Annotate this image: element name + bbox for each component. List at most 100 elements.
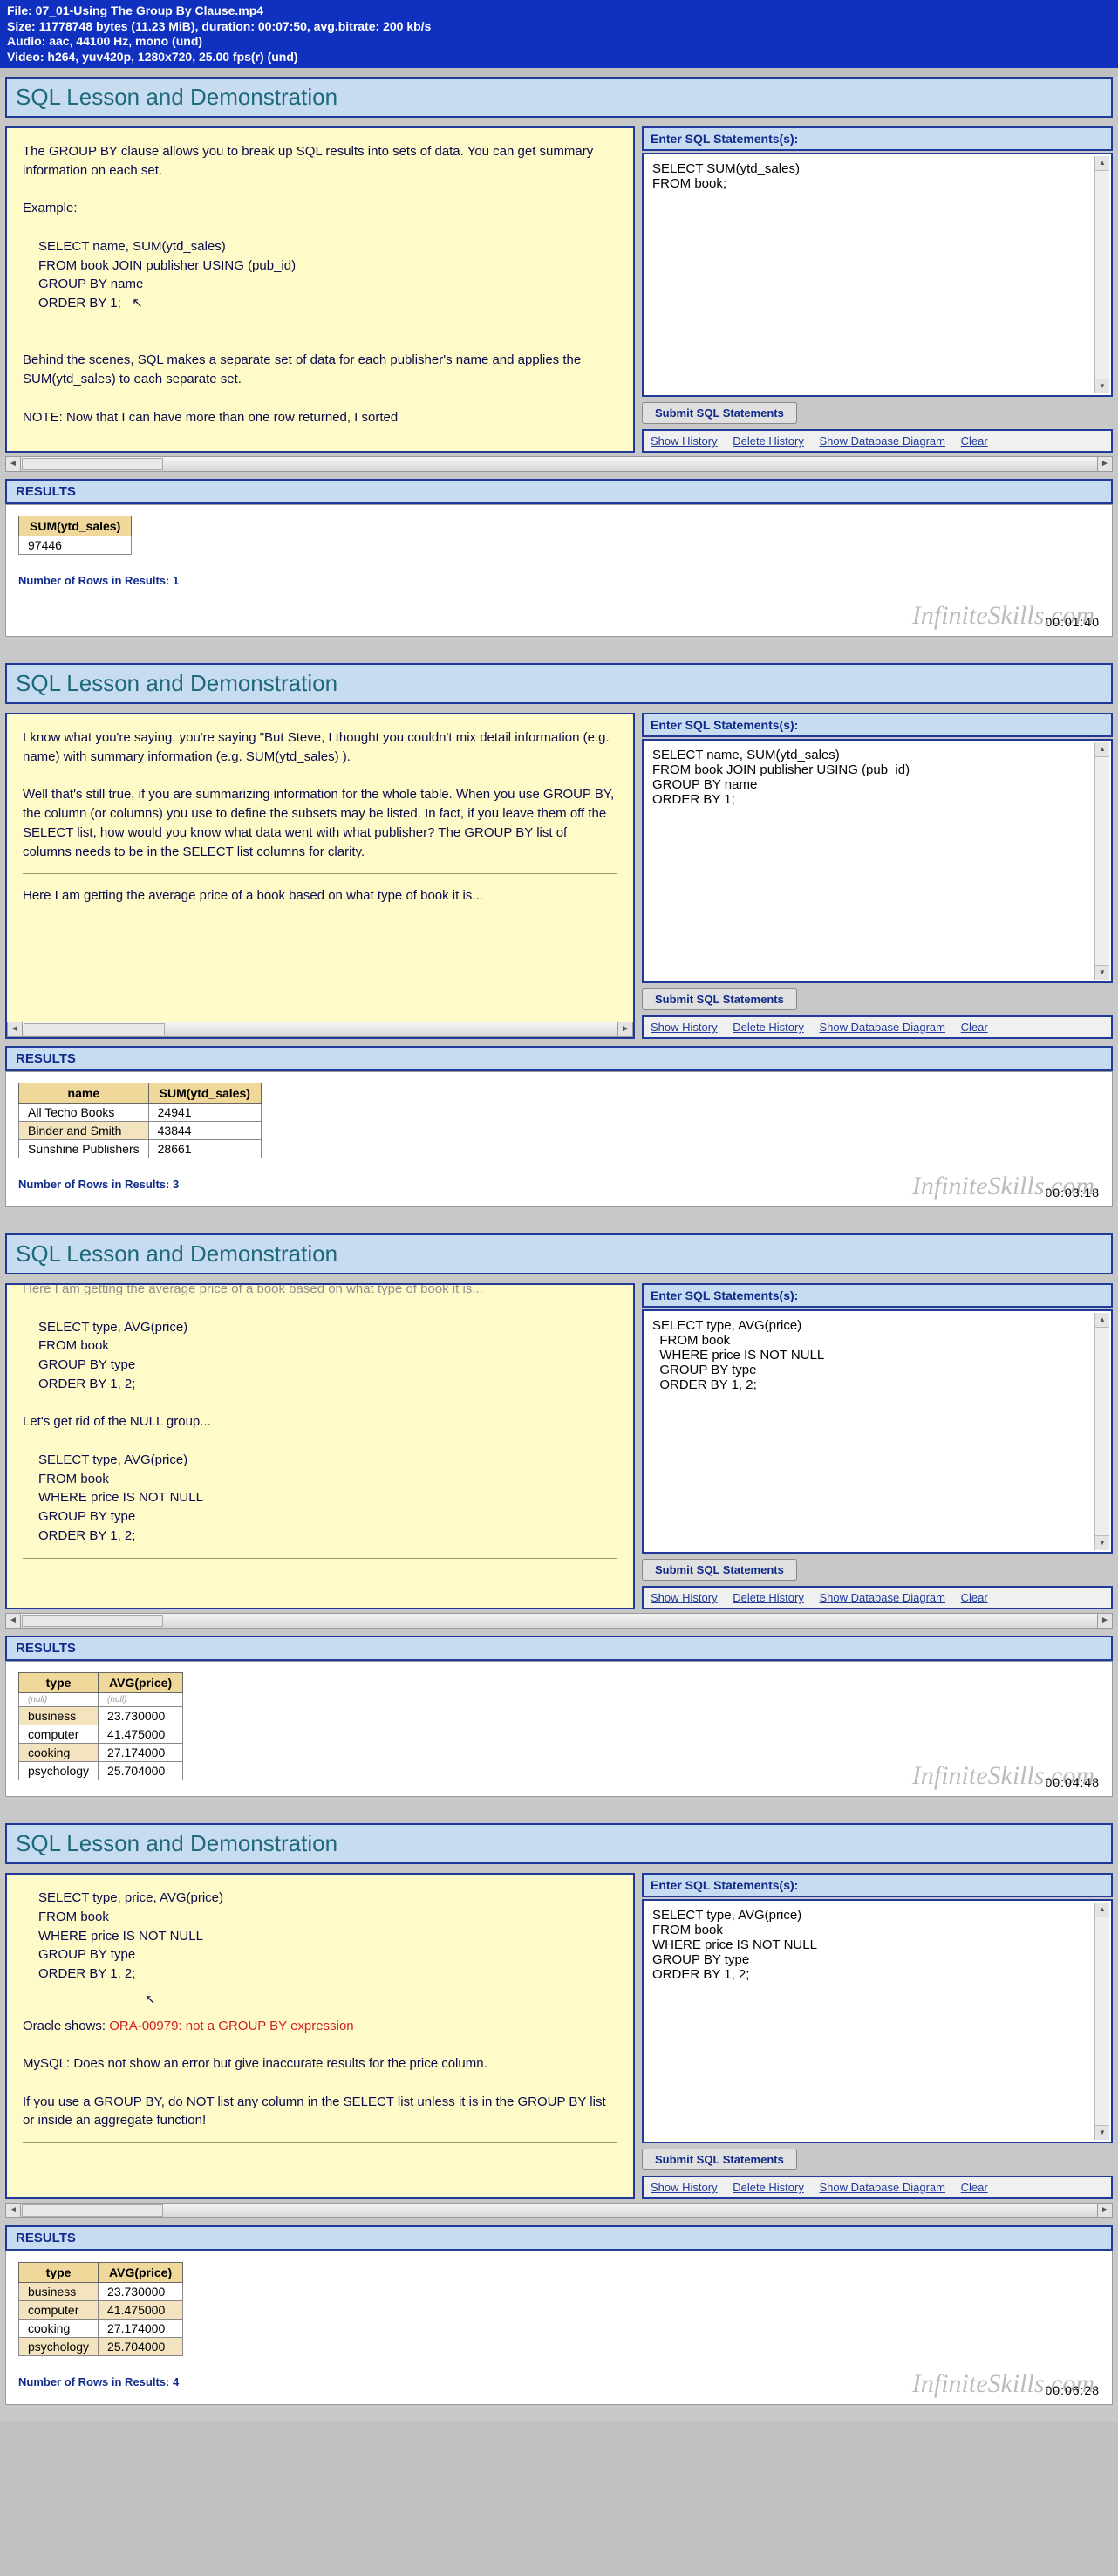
show-database-diagram-link[interactable]: Show Database Diagram [819, 1591, 945, 1604]
sql-input-header: Enter SQL Statements(s): [642, 1283, 1113, 1308]
lesson-sql-line: WHERE price IS NOT NULL [38, 1488, 617, 1507]
cell: 23.730000 [99, 1707, 183, 1725]
sql-actions-bar: Show History Delete History Show Databas… [642, 2176, 1113, 2199]
lesson-sql-line: ORDER BY 1, 2; [38, 1527, 617, 1546]
sql-input[interactable]: SELECT name, SUM(ytd_sales) FROM book JO… [642, 739, 1113, 983]
submit-sql-button[interactable]: Submit SQL Statements [642, 1559, 797, 1581]
cell: 43844 [148, 1122, 261, 1140]
delete-history-link[interactable]: Delete History [733, 1021, 804, 1034]
delete-history-link[interactable]: Delete History [733, 434, 804, 448]
scrollbar-horizontal[interactable]: ◄► [7, 1022, 633, 1037]
timecode: 00:04:48 [1046, 1775, 1101, 1789]
cursor-icon: ↖ [145, 1991, 617, 2010]
show-history-link[interactable]: Show History [651, 1021, 718, 1034]
sql-actions-bar: Show History Delete History Show Databas… [642, 429, 1113, 453]
scrollbar-vertical[interactable]: ▲▼ [1094, 1903, 1109, 2140]
results-table: typeAVG(price) (null)(null) business23.7… [18, 1672, 183, 1780]
show-history-link[interactable]: Show History [651, 2181, 718, 2194]
lesson-sql-line: ORDER BY 1, 2; [38, 1375, 617, 1394]
lesson-sql-line: FROM book JOIN publisher USING (pub_id) [38, 256, 617, 276]
cell: 24941 [148, 1104, 261, 1122]
delete-history-link[interactable]: Delete History [733, 1591, 804, 1604]
row-count: Number of Rows in Results: 1 [18, 574, 1100, 587]
cell: 23.730000 [99, 2283, 183, 2301]
cell: computer [19, 1725, 99, 1744]
show-history-link[interactable]: Show History [651, 1591, 718, 1604]
lesson-paragraph: I know what you're saying, you're saying… [23, 728, 617, 767]
scrollbar-horizontal[interactable]: ◄► [5, 456, 1113, 472]
clear-link[interactable]: Clear [961, 434, 988, 448]
results-panel: SUM(ytd_sales) 97446 Number of Rows in R… [5, 504, 1113, 637]
column-header: SUM(ytd_sales) [19, 516, 132, 536]
lesson-paragraph: Let's get rid of the NULL group... [23, 1412, 617, 1431]
results-header: RESULTS [5, 1046, 1113, 1071]
results-panel: typeAVG(price) business23.730000 compute… [5, 2251, 1113, 2405]
lesson-text-panel: I know what you're saying, you're saying… [5, 713, 635, 1039]
delete-history-link[interactable]: Delete History [733, 2181, 804, 2194]
column-header: AVG(price) [99, 1673, 183, 1693]
lesson-sql-line: SELECT type, price, AVG(price) [38, 1889, 617, 1908]
lesson-paragraph: Behind the scenes, SQL makes a separate … [23, 351, 617, 389]
page-title: SQL Lesson and Demonstration [5, 77, 1113, 118]
clear-link[interactable]: Clear [961, 2181, 988, 2194]
lesson-sql-line: SELECT type, AVG(price) [38, 1318, 617, 1337]
sql-input-header: Enter SQL Statements(s): [642, 126, 1113, 151]
column-header: AVG(price) [99, 2263, 183, 2283]
file-line-2: Size: 11778748 bytes (11.23 MiB), durati… [7, 19, 1111, 35]
scrollbar-horizontal[interactable]: ◄► [5, 2203, 1113, 2218]
watermark: InfiniteSkills.com [912, 601, 1094, 631]
lesson-paragraph: The GROUP BY clause allows you to break … [23, 142, 617, 181]
sql-input[interactable]: SELECT SUM(ytd_sales) FROM book; ▲▼ [642, 153, 1113, 397]
clear-link[interactable]: Clear [961, 1021, 988, 1034]
sql-input-header: Enter SQL Statements(s): [642, 713, 1113, 737]
lesson-paragraph: Well that's still true, if you are summa… [23, 785, 617, 861]
cell: business [19, 1707, 99, 1725]
column-header: type [19, 2263, 99, 2283]
sql-input[interactable]: SELECT type, AVG(price) FROM book WHERE … [642, 1899, 1113, 2143]
scrollbar-vertical[interactable]: ▲▼ [1094, 742, 1109, 980]
scrollbar-horizontal[interactable]: ◄► [5, 1613, 1113, 1629]
show-database-diagram-link[interactable]: Show Database Diagram [819, 434, 945, 448]
lesson-sql-line: ORDER BY 1, 2; [38, 1964, 617, 1984]
submit-sql-button[interactable]: Submit SQL Statements [642, 988, 797, 1010]
submit-sql-button[interactable]: Submit SQL Statements [642, 2149, 797, 2170]
lesson-sql-line: SELECT name, SUM(ytd_sales) [38, 237, 617, 256]
lesson-paragraph: MySQL: Does not show an error but give i… [23, 2054, 617, 2074]
show-database-diagram-link[interactable]: Show Database Diagram [819, 1021, 945, 1034]
scrollbar-vertical[interactable]: ▲▼ [1094, 156, 1109, 393]
cell: All Techo Books [19, 1104, 149, 1122]
clear-link[interactable]: Clear [961, 1591, 988, 1604]
cell: cooking [19, 1744, 99, 1762]
lesson-paragraph: If you use a GROUP BY, do NOT list any c… [23, 2093, 617, 2131]
lesson-sql-line: WHERE price IS NOT NULL [38, 1927, 617, 1946]
results-table: nameSUM(ytd_sales) All Techo Books24941 … [18, 1083, 262, 1158]
results-header: RESULTS [5, 2225, 1113, 2251]
file-line-4: Video: h264, yuv420p, 1280x720, 25.00 fp… [7, 50, 1111, 65]
page-title: SQL Lesson and Demonstration [5, 1233, 1113, 1274]
cursor-icon [135, 1507, 146, 1527]
column-header: type [19, 1673, 99, 1693]
cell: 27.174000 [99, 1744, 183, 1762]
lesson-example-label: Example: [23, 199, 617, 218]
show-history-link[interactable]: Show History [651, 434, 718, 448]
cell: Sunshine Publishers [19, 1140, 149, 1158]
column-header: name [19, 1083, 149, 1104]
sql-actions-bar: Show History Delete History Show Databas… [642, 1015, 1113, 1039]
cell: 27.174000 [99, 2320, 183, 2338]
row-count: Number of Rows in Results: 4 [18, 2375, 1100, 2388]
results-header: RESULTS [5, 479, 1113, 504]
lesson-sql-line: ORDER BY 1; ↖ [38, 294, 617, 313]
sql-input[interactable]: SELECT type, AVG(price) FROM book WHERE … [642, 1309, 1113, 1554]
scrollbar-vertical[interactable]: ▲▼ [1094, 1313, 1109, 1550]
show-database-diagram-link[interactable]: Show Database Diagram [819, 2181, 945, 2194]
lesson-paragraph: Here I am getting the average price of a… [23, 886, 617, 905]
submit-sql-button[interactable]: Submit SQL Statements [642, 402, 797, 424]
sql-actions-bar: Show History Delete History Show Databas… [642, 1586, 1113, 1609]
lesson-text-panel: SELECT type, price, AVG(price) FROM book… [5, 1873, 635, 2199]
lesson-sql-line: FROM book [38, 1336, 617, 1356]
cell: 28661 [148, 1140, 261, 1158]
file-line-1: File: 07_01-Using The Group By Clause.mp… [7, 3, 1111, 19]
results-table: typeAVG(price) business23.730000 compute… [18, 2262, 183, 2356]
cell: (null) [99, 1693, 183, 1707]
cell: 41.475000 [99, 1725, 183, 1744]
